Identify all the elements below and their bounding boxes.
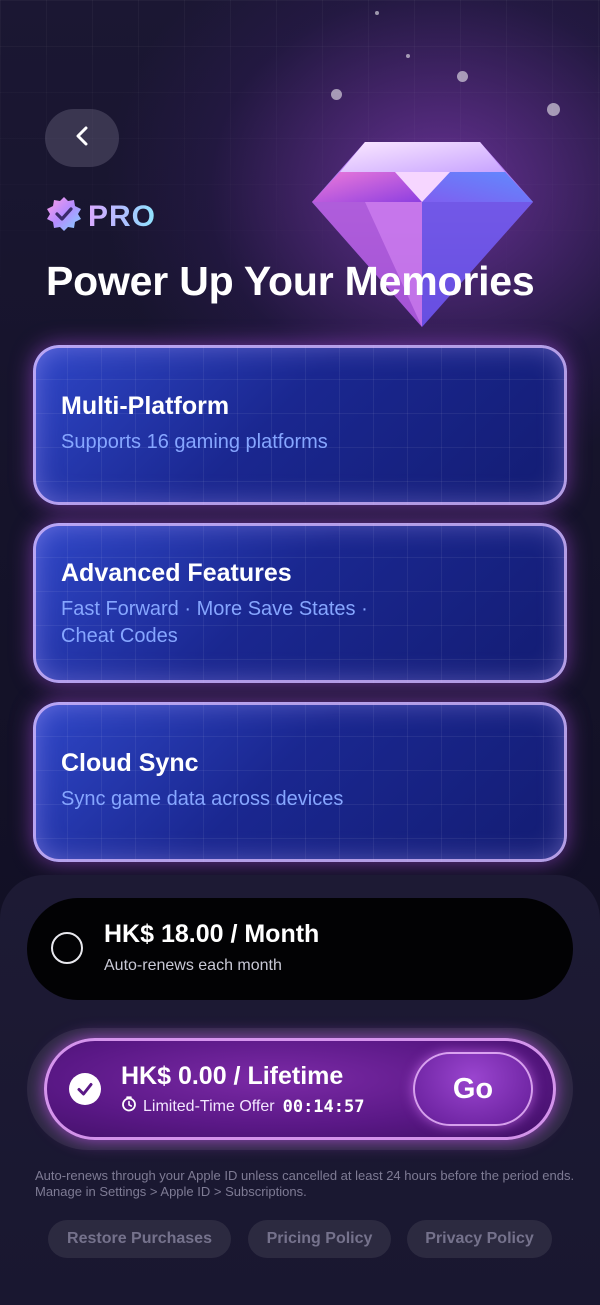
countdown-timer: 00:14:57 [282, 1096, 365, 1117]
radio-unselected-icon[interactable] [51, 932, 83, 964]
plan-note: Auto-renews each month [104, 957, 282, 974]
sparkle-dot [547, 103, 560, 116]
feature-title: Advanced Features [61, 559, 292, 587]
checkmark-icon[interactable] [69, 1073, 101, 1105]
feature-subtitle-line: Fast Forward · More Save States · [61, 598, 368, 620]
back-button[interactable] [45, 109, 119, 167]
sparkle-dot [406, 54, 410, 58]
offer-label: Limited-Time Offer [143, 1097, 275, 1115]
feature-card-advanced: Advanced Features Fast Forward · More Sa… [33, 523, 567, 683]
paywall-screen: PRO Power Up Your Memories Multi-Platfor… [0, 0, 600, 1305]
go-button[interactable]: Go [413, 1052, 533, 1126]
feature-subtitle: Supports 16 gaming platforms [61, 431, 328, 453]
feature-title: Cloud Sync [61, 749, 199, 777]
sparkle-dot [375, 11, 379, 15]
feature-subtitle: Fast Forward · More Save States · Cheat … [61, 596, 539, 650]
legal-notice: Auto-renews through your Apple ID unless… [35, 1168, 575, 1199]
feature-subtitle: Sync game data across devices [61, 788, 344, 810]
privacy-policy-button[interactable]: Privacy Policy [407, 1220, 552, 1258]
verified-check-icon [46, 196, 82, 237]
limited-offer: Limited-Time Offer 00:14:57 [121, 1096, 364, 1117]
clock-icon [121, 1096, 137, 1117]
plan-option-monthly[interactable]: HK$ 18.00 / Month Auto-renews each month [27, 898, 573, 1000]
plan-price: HK$ 18.00 / Month [104, 920, 320, 948]
plan-option-lifetime[interactable]: HK$ 0.00 / Lifetime Limited-Time Offer 0… [44, 1038, 556, 1140]
plan-price: HK$ 0.00 / Lifetime [121, 1062, 344, 1090]
pricing-policy-button[interactable]: Pricing Policy [248, 1220, 391, 1258]
feature-card-cloud-sync: Cloud Sync Sync game data across devices [33, 702, 567, 862]
feature-card-multi-platform: Multi-Platform Supports 16 gaming platfo… [33, 345, 567, 505]
sparkle-dot [331, 89, 342, 100]
restore-purchases-button[interactable]: Restore Purchases [48, 1220, 231, 1258]
feature-subtitle-line: Cheat Codes [61, 625, 178, 647]
pro-badge: PRO [46, 196, 156, 237]
pro-label: PRO [88, 199, 157, 233]
page-title: Power Up Your Memories [46, 258, 535, 304]
feature-title: Multi-Platform [61, 392, 230, 420]
chevron-left-icon [74, 125, 90, 152]
sparkle-dot [457, 71, 468, 82]
